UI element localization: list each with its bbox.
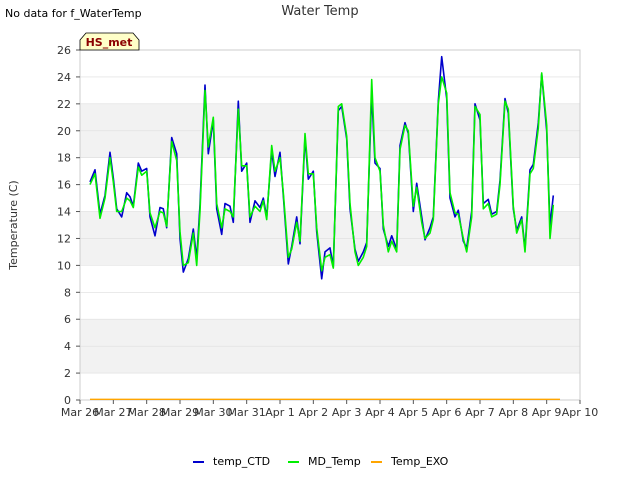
y-tick-label: 4 (64, 340, 71, 353)
x-tick-label: Apr 9 (532, 406, 562, 419)
grid-band (80, 292, 580, 320)
x-axis-ticks: Mar 26Mar 27Mar 28Mar 29Mar 30Mar 31 Apr … (61, 400, 598, 419)
y-tick-label: 22 (57, 98, 71, 111)
y-axis-ticks: 02468101214161820222426 (57, 44, 80, 407)
y-tick-label: 8 (64, 286, 71, 299)
y-tick-label: 2 (64, 367, 71, 380)
x-tick-label: Apr 5 (399, 406, 429, 419)
x-tick-label: Mar 31 (228, 406, 266, 419)
x-tick-label: Apr 6 (432, 406, 462, 419)
station-badge-label: HS_met (86, 36, 133, 49)
y-tick-label: 10 (57, 259, 71, 272)
x-tick-label: Apr 10 (562, 406, 599, 419)
station-badge: HS_met (79, 32, 140, 51)
x-tick-label: Apr 8 (499, 406, 529, 419)
x-tick-label: Apr 3 (332, 406, 362, 419)
legend-label: Temp_EXO (390, 455, 449, 468)
grid-band (80, 157, 580, 185)
grid-band (80, 50, 580, 77)
y-tick-label: 6 (64, 313, 71, 326)
y-axis-label: Temperature (C) (7, 180, 20, 270)
grid-band (80, 265, 580, 293)
legend-label: temp_CTD (213, 455, 270, 468)
chart-svg: Water Temp Temperature (C) 0246810121416… (7, 4, 598, 468)
grid-band (80, 184, 580, 212)
grid-band (80, 346, 580, 374)
chart-title: Water Temp (281, 4, 358, 19)
x-tick-label: Apr 7 (465, 406, 495, 419)
grid-band (80, 373, 580, 400)
y-tick-label: 24 (57, 71, 71, 84)
y-tick-label: 12 (57, 232, 71, 245)
grid-band (80, 130, 580, 158)
grid-band (80, 319, 580, 347)
y-tick-label: 20 (57, 125, 71, 138)
x-tick-label: Apr 2 (299, 406, 329, 419)
x-tick-label: Apr 4 (365, 406, 395, 419)
y-tick-label: 16 (57, 179, 71, 192)
legend: temp_CTD MD_Temp Temp_EXO (193, 455, 449, 468)
y-tick-label: 14 (57, 206, 71, 219)
y-tick-label: 18 (57, 152, 71, 165)
y-tick-label: 26 (57, 44, 71, 57)
x-tick-label: Apr 1 (265, 406, 295, 419)
legend-label: MD_Temp (308, 455, 361, 468)
